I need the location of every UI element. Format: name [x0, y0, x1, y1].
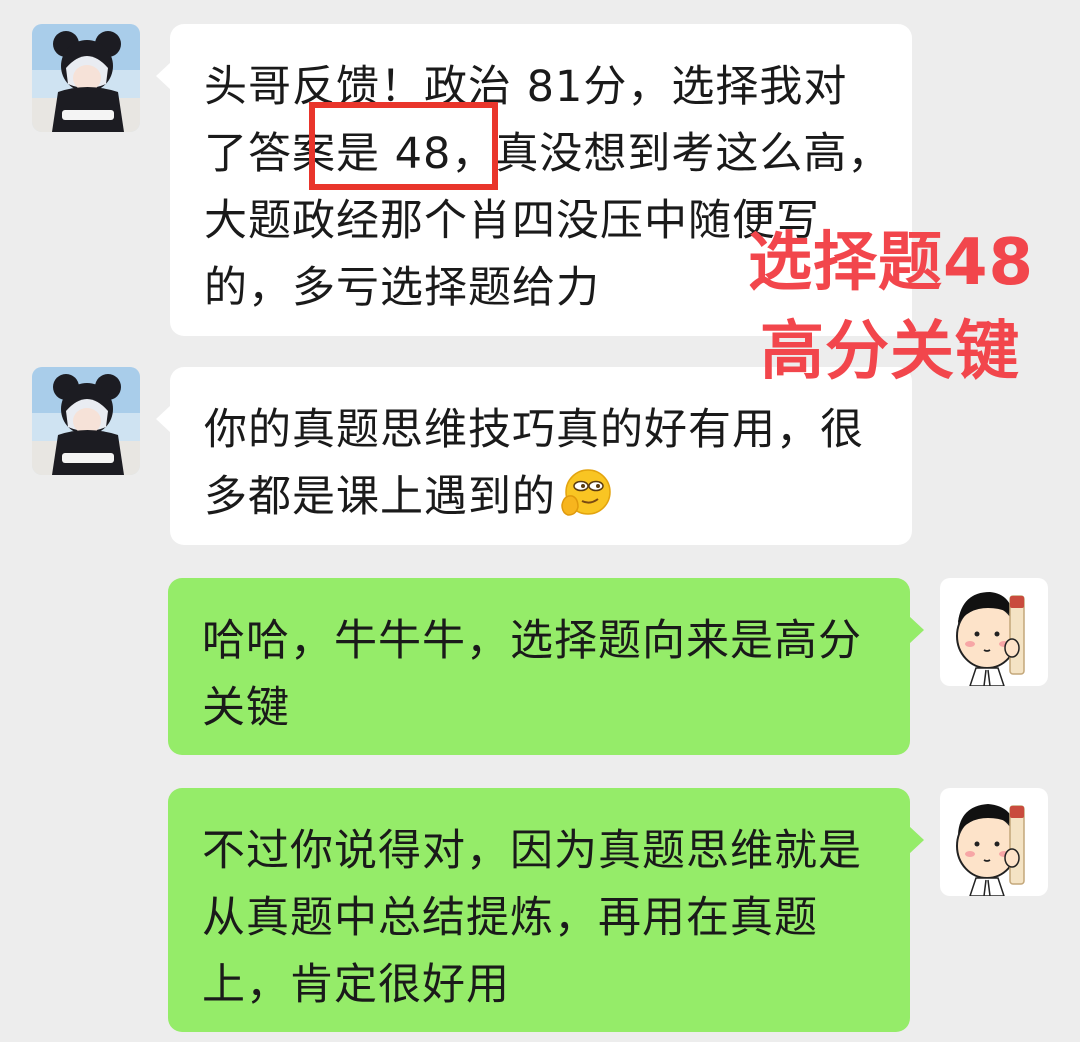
message-text-line: 你的真题思维技巧真的好有用，很 [204, 405, 864, 455]
user-avatar[interactable] [940, 788, 1048, 896]
message-text-line: 不过你说得对，因为真题思维就是 [202, 826, 862, 876]
user-avatar[interactable] [940, 578, 1048, 686]
annotation-line-2: 高分关键 [760, 315, 1020, 389]
message-text-line: 头哥反馈！政治 81分，选择我对 [204, 62, 848, 112]
smirk-emoji-icon [561, 469, 611, 516]
highlight-box [309, 102, 498, 190]
cartoon-man-avatar-icon [940, 788, 1048, 896]
anime-boy-hoodie-avatar-icon [32, 367, 140, 475]
contact-avatar[interactable] [32, 24, 140, 132]
message-text-segment: 多都是课上遇到的 [204, 472, 556, 522]
message-bubble-received[interactable]: 你的真题思维技巧真的好有用，很 多都是课上遇到的 [156, 367, 912, 545]
message-text-line: 了答案是 48，真没想到考这么高， [204, 129, 892, 179]
cartoon-man-avatar-icon [940, 578, 1048, 686]
contact-avatar[interactable] [32, 367, 140, 475]
annotation-line-1: 选择题48 [748, 226, 1035, 300]
message-text-line: 从真题中总结提炼，再用在真题 [202, 893, 818, 943]
message-bubble-sent[interactable]: 不过你说得对，因为真题思维就是 从真题中总结提炼，再用在真题 上，肯定很好用 [168, 788, 924, 1032]
message-text-line: 上，肯定很好用 [202, 960, 510, 1010]
message-text-line: 关键 [202, 683, 290, 733]
message-text-line: 多都是课上遇到的 [204, 464, 886, 531]
message-bubble-sent[interactable]: 哈哈，牛牛牛，选择题向来是高分 关键 [168, 578, 924, 755]
anime-boy-hoodie-avatar-icon [32, 24, 140, 132]
message-text-line: 哈哈，牛牛牛，选择题向来是高分 [202, 616, 862, 666]
